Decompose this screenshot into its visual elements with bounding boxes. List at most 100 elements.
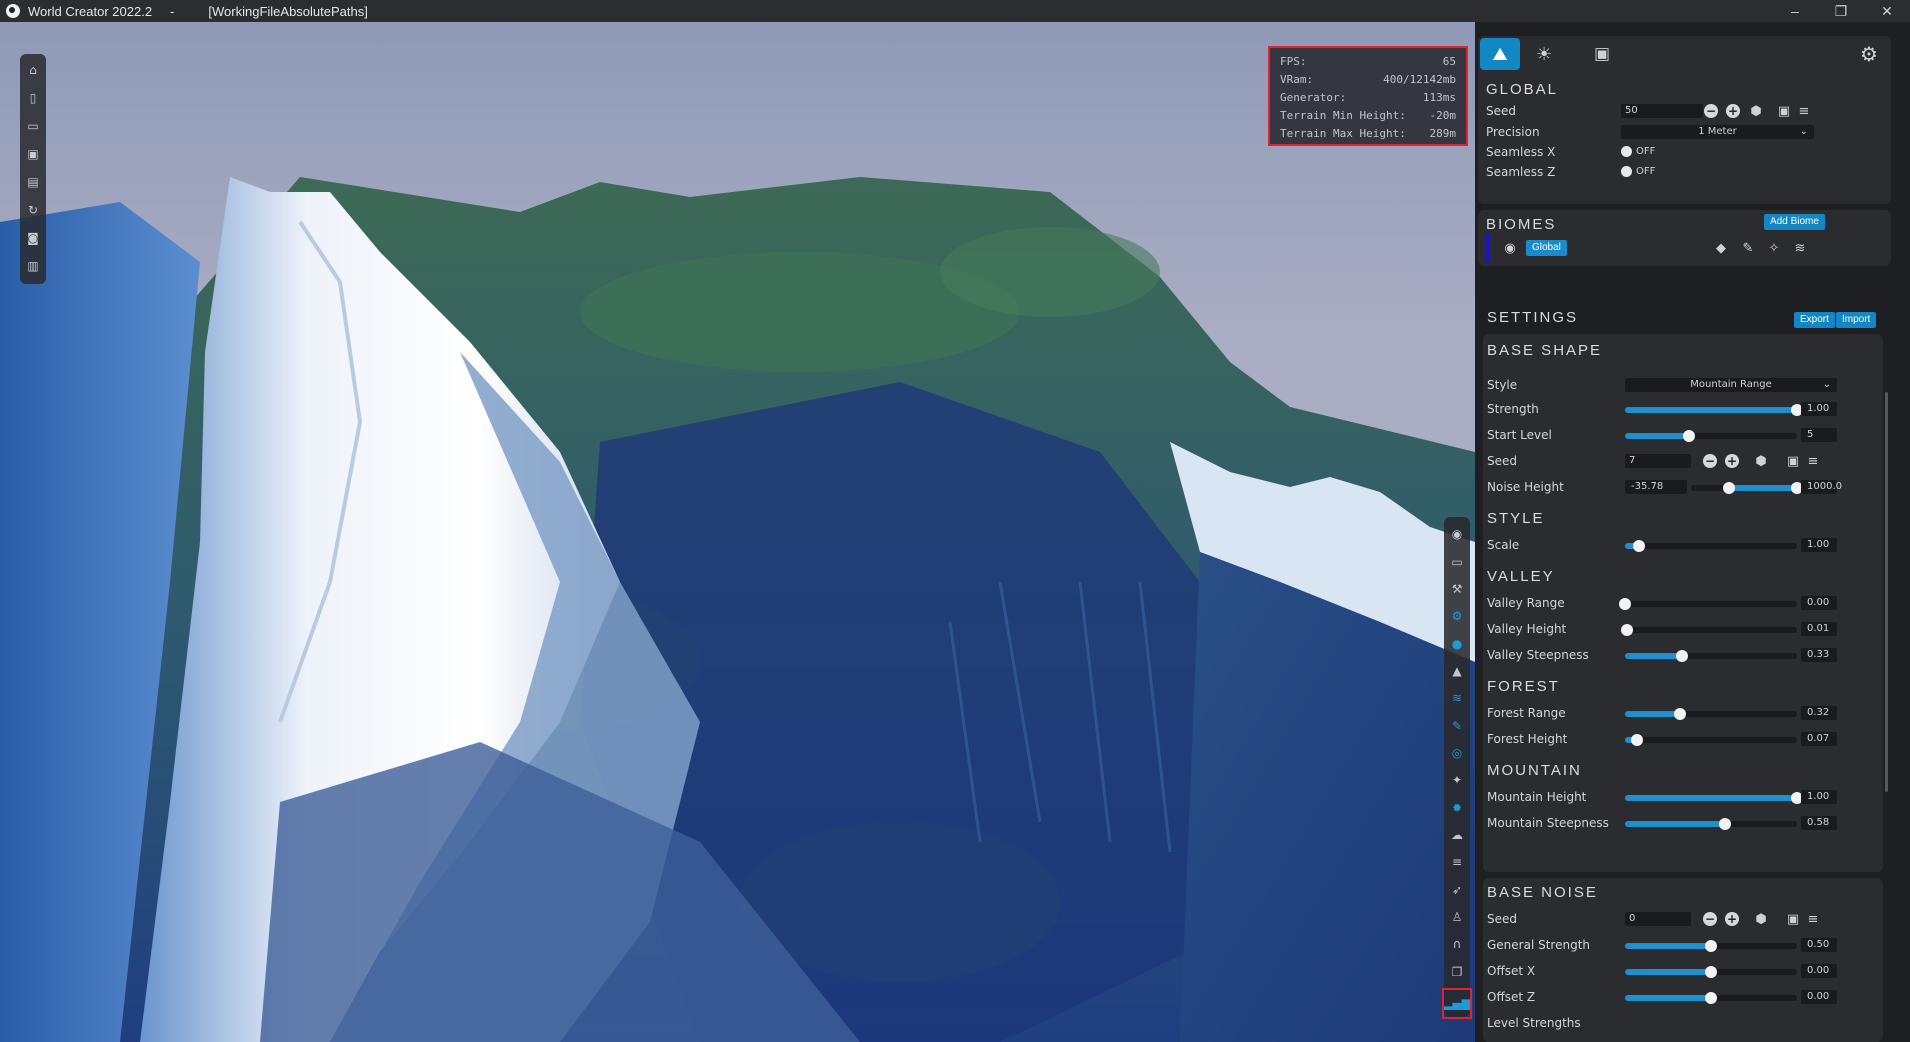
close-icon[interactable]: ✕ [1864,0,1910,22]
slider-thumb[interactable] [1705,940,1717,952]
forest-range-value[interactable]: 0.32 [1801,706,1837,720]
import-button[interactable]: Import [1836,312,1877,328]
cloud-icon[interactable]: ☁ [1449,826,1465,844]
export-button[interactable]: Export [1794,312,1835,328]
offset-x-slider[interactable] [1625,966,1797,978]
seed-random-icon[interactable]: ⬢ [1753,911,1769,927]
general-strength-slider[interactable] [1625,940,1797,952]
forest-range-slider[interactable] [1625,708,1797,720]
offset-z-slider[interactable] [1625,992,1797,1004]
noise-height-max[interactable]: 1000.0 [1801,480,1842,494]
valley-steepness-slider[interactable] [1625,650,1797,662]
export-icon[interactable]: ▥ [25,256,41,275]
slider-thumb[interactable] [1718,818,1731,830]
noise-seed-input[interactable]: 0 [1625,912,1691,926]
seed-decrement-icon[interactable]: − [1703,454,1717,468]
panel-scrollbar[interactable] [1885,392,1888,792]
terrain-viewport[interactable]: ⌂ ▯ ▭ ▣ ▤ ↻ ◙ ▥ FPS: 65 VRam: 400/12142mb … [0,22,1475,1042]
seed-random-icon[interactable]: ⬢ [1753,453,1769,469]
strength-value[interactable]: 1.00 [1801,402,1837,416]
target-icon[interactable]: ◉ [1449,525,1465,543]
valley-range-value[interactable]: 0.00 [1801,596,1837,610]
global-seed-input[interactable]: 50 [1621,104,1703,118]
valley-range-slider[interactable] [1619,598,1797,610]
seed-decrement-icon[interactable]: − [1703,912,1717,926]
sun-tab-icon[interactable]: ☀ [1536,44,1552,65]
arch-icon[interactable]: ∩ [1449,935,1465,953]
refresh-icon[interactable]: ↻ [25,200,41,219]
biome-visibility-eye-icon[interactable]: ◉ [1502,240,1518,256]
style-dropdown[interactable]: Mountain Range ⌄ [1625,378,1837,392]
home-icon[interactable]: ⌂ [25,60,41,79]
general-strength-value[interactable]: 0.50 [1801,938,1837,952]
slider-thumb[interactable] [1619,598,1631,610]
person-icon[interactable]: ♙ [1449,908,1465,926]
seed-random-icon[interactable]: ⬢ [1748,103,1764,119]
slider-thumb[interactable] [1631,734,1644,746]
strength-slider[interactable] [1625,404,1803,416]
mountain-height-slider[interactable] [1625,792,1803,804]
terrain-tab-icon[interactable]: ⛰ [1480,38,1520,70]
minimize-icon[interactable]: – [1772,0,1818,22]
slider-thumb[interactable] [1632,540,1645,552]
valley-height-slider[interactable] [1620,624,1797,636]
sparkle-icon[interactable]: ✦ [1449,771,1465,789]
brush-icon[interactable]: ⚒ [1449,580,1465,598]
save-icon[interactable]: ▣ [25,144,41,163]
biome-wand-icon[interactable]: ✧ [1766,240,1782,256]
new-file-icon[interactable]: ▯ [25,88,41,107]
precision-dropdown[interactable]: 1 Meter ⌄ [1621,125,1814,139]
valley-steepness-value[interactable]: 0.33 [1801,648,1837,662]
seamless-z-toggle[interactable]: OFF [1621,166,1655,177]
noise-height-min[interactable]: -35.78 [1625,480,1687,494]
forest-height-slider[interactable] [1625,734,1797,746]
start-level-slider[interactable] [1625,430,1797,442]
chart-icon[interactable]: ▂▄▆ [1442,987,1472,1019]
offset-x-value[interactable]: 0.00 [1801,964,1837,978]
slider-thumb[interactable] [1620,624,1633,636]
sun-icon[interactable]: ✹ [1449,798,1465,816]
save-tab-icon[interactable]: ▣ [1594,44,1610,64]
seed-increment-icon[interactable]: + [1725,912,1739,926]
seed-stack-icon[interactable]: ≡ [1805,911,1821,927]
biome-pin-icon[interactable]: ◆ [1713,240,1729,256]
shape-seed-input[interactable]: 7 [1625,454,1691,468]
offset-z-value[interactable]: 0.00 [1801,990,1837,1004]
gear-blue-icon[interactable]: ⚙ [1449,607,1465,625]
slider-thumb[interactable] [1705,992,1717,1004]
slider-thumb[interactable] [1705,966,1717,978]
biome-brush-icon[interactable]: ✎ [1740,240,1756,256]
start-level-value[interactable]: 5 [1801,428,1837,442]
seamless-x-toggle[interactable]: OFF [1621,146,1655,157]
add-biome-button[interactable]: Add Biome [1764,214,1825,230]
forest-height-value[interactable]: 0.07 [1801,732,1837,746]
seed-increment-icon[interactable]: + [1725,454,1739,468]
folder-icon[interactable]: ▭ [1449,552,1465,570]
seed-stack-icon[interactable]: ≡ [1796,103,1812,119]
slider-thumb[interactable] [1674,708,1687,720]
biome-layers-icon[interactable]: ≋ [1792,240,1808,256]
wand-icon[interactable]: ✎ [1449,716,1465,734]
save-as-icon[interactable]: ▤ [25,172,41,191]
maximize-icon[interactable]: ❐ [1818,0,1864,22]
pin-icon[interactable]: ➶ [1449,880,1465,898]
seed-decrement-icon[interactable]: − [1704,104,1718,118]
slider-thumb[interactable] [1682,430,1695,442]
eye-icon[interactable]: ◎ [1449,744,1465,762]
slider-thumb[interactable] [1675,650,1688,662]
water-icon[interactable]: ● [1449,634,1465,652]
seed-stack-icon[interactable]: ≡ [1805,453,1821,469]
range-thumb-min[interactable] [1723,482,1736,494]
mountain-steepness-slider[interactable] [1625,818,1797,830]
camera-icon[interactable]: ◙ [25,228,41,247]
noise-height-range-slider[interactable] [1691,482,1803,494]
scale-slider[interactable] [1625,540,1797,552]
settings-gear-icon[interactable]: ⚙ [1860,42,1878,66]
seed-save-icon[interactable]: ▣ [1785,911,1801,927]
mountain-height-value[interactable]: 1.00 [1801,790,1837,804]
mountain-steepness-value[interactable]: 0.58 [1801,816,1837,830]
mountain-icon[interactable]: ▲ [1449,662,1465,680]
scale-value[interactable]: 1.00 [1801,538,1837,552]
layers-icon[interactable]: ≋ [1449,689,1465,707]
open-folder-icon[interactable]: ▭ [25,116,41,135]
